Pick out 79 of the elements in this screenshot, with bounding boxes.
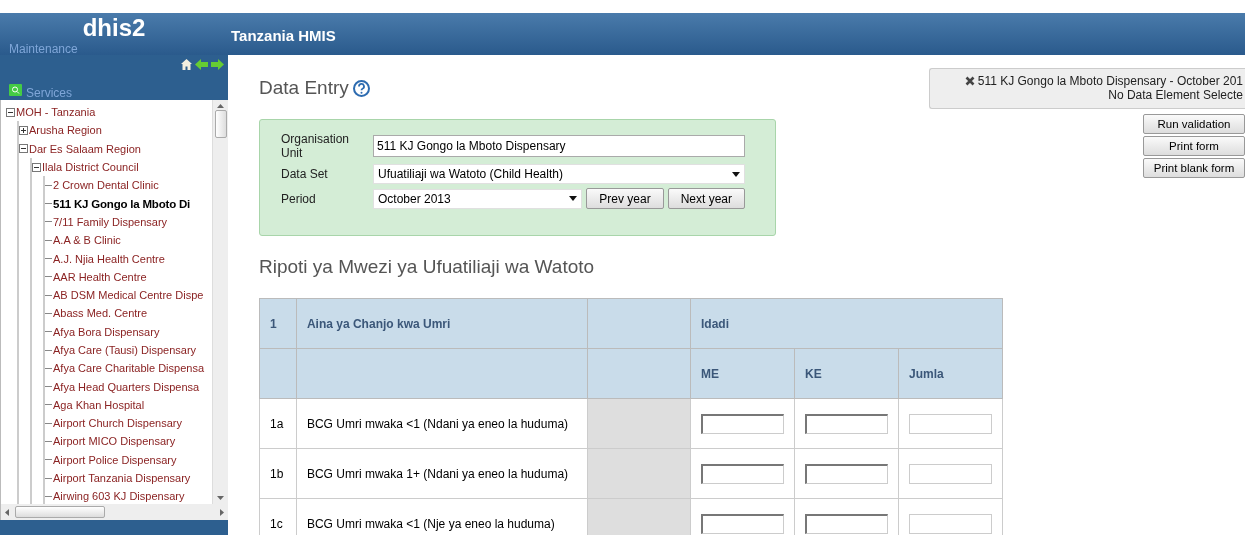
- minus-icon[interactable]: [19, 144, 28, 154]
- tree-item[interactable]: Airport MICO Dispensary: [53, 435, 176, 448]
- input-field[interactable]: [805, 463, 888, 484]
- table-cell: 1a: [259, 398, 297, 449]
- table-header: Aina ya Chanjo kwa Umri: [296, 298, 588, 349]
- tree-item[interactable]: MOH - Tanzania: [16, 106, 96, 119]
- caret-icon: [569, 196, 578, 201]
- app-title: Tanzania HMIS: [230, 26, 336, 46]
- input-field[interactable]: [909, 413, 992, 434]
- tree-item[interactable]: 511 KJ Gongo la Mboto Di: [53, 197, 191, 210]
- action-button[interactable]: Print blank form: [1143, 158, 1245, 178]
- action-button[interactable]: Run validation: [1143, 114, 1245, 134]
- table-cell: BCG Umri mwaka 1+ (Ndani ya eneo la huduma): [296, 448, 588, 499]
- scroll-thumb[interactable]: [15, 506, 105, 518]
- plus-icon[interactable]: [19, 125, 28, 135]
- caret-icon: [732, 171, 740, 177]
- table-cell: BCG Umri mwaka <1 (Ndani ya eneo la huduma): [296, 398, 588, 449]
- input-field[interactable]: 511 KJ Gongo la Mboto Dispensary: [373, 135, 745, 157]
- field-label: Data Set: [281, 167, 329, 181]
- info-text: 511 KJ Gongo la Mboto Dispensary - October 201: [977, 74, 1243, 88]
- help-icon[interactable]: [352, 79, 370, 97]
- select-field[interactable]: Ufuatiliaji wa Watoto (Child Health): [373, 164, 745, 184]
- table-header: 1: [259, 298, 297, 349]
- tree-item[interactable]: Abass Med. Centre: [53, 307, 148, 320]
- field-label: Organisation Unit: [281, 132, 351, 160]
- tree-item[interactable]: Airport Tanzania Dispensary: [53, 472, 191, 485]
- tree-item[interactable]: Dar Es Salaam Region: [29, 142, 141, 155]
- minus-icon[interactable]: [32, 162, 41, 172]
- tree-item[interactable]: Afya Bora Dispensary: [53, 325, 160, 338]
- tree-item[interactable]: A.J. Njia Health Centre: [53, 252, 165, 265]
- minus-icon[interactable]: [6, 107, 15, 117]
- tree-item[interactable]: AB DSM Medical Centre Dispe: [53, 289, 204, 302]
- tree-item[interactable]: A.A & B Clinic: [53, 234, 121, 247]
- table-header: ME: [690, 348, 795, 399]
- table-cell: BCG Umri mwaka <1 (Nje ya eneo la huduma): [296, 498, 588, 535]
- tree-item[interactable]: Aga Khan Hospital: [53, 398, 145, 411]
- logo[interactable]: dhis2: [0, 13, 228, 43]
- tree-item[interactable]: Airwing 603 KJ Dispensary: [53, 490, 185, 503]
- input-field[interactable]: [909, 463, 992, 484]
- back-arrow-icon[interactable]: [195, 59, 208, 70]
- tree-item[interactable]: AAR Health Centre: [53, 270, 147, 283]
- scrollbar[interactable]: [0, 504, 228, 520]
- search-icon[interactable]: [9, 84, 22, 96]
- tree-item[interactable]: 7/11 Family Dispensary: [53, 215, 168, 228]
- scrollbar[interactable]: [212, 100, 228, 504]
- scroll-thumb[interactable]: [214, 110, 227, 138]
- scroll-arrow-icon[interactable]: [217, 496, 224, 500]
- input-field[interactable]: [701, 513, 784, 534]
- table-cell: 1c: [259, 498, 297, 535]
- tree-item[interactable]: Afya Care Charitable Dispensa: [53, 362, 205, 375]
- info-text: No Data Element Selecte: [1108, 88, 1243, 102]
- scroll-arrow-icon[interactable]: [217, 104, 224, 108]
- input-field[interactable]: [701, 463, 784, 484]
- year-button[interactable]: Prev year: [586, 188, 664, 209]
- field-label: Period: [281, 191, 317, 206]
- tree-item[interactable]: Arusha Region: [29, 124, 102, 137]
- table-header: Idadi: [690, 298, 1003, 349]
- scroll-arrow-icon[interactable]: [5, 508, 9, 516]
- tree-item[interactable]: Afya Head Quarters Dispensa: [53, 380, 200, 393]
- select-field[interactable]: October 2013: [373, 188, 583, 209]
- table-cell: 1b: [259, 448, 297, 499]
- input-field[interactable]: [805, 513, 888, 534]
- table-header: KE: [794, 348, 899, 399]
- tree-item[interactable]: 2 Crown Dental Clinic: [53, 179, 159, 192]
- input-field[interactable]: [909, 513, 992, 534]
- page-title: Data Entry: [259, 77, 349, 99]
- close-icon[interactable]: [964, 76, 975, 86]
- table-header: Jumla: [898, 348, 1003, 399]
- home-icon[interactable]: [181, 59, 192, 70]
- tree-item[interactable]: Airport Police Dispensary: [53, 453, 177, 466]
- forward-arrow-icon[interactable]: [211, 59, 224, 70]
- tree-item[interactable]: Afya Care (Tausi) Dispensary: [53, 344, 197, 356]
- form-title: Ripoti ya Mwezi ya Ufuatiliaji wa Watoto: [259, 256, 596, 278]
- action-button[interactable]: Print form: [1143, 136, 1245, 156]
- input-field[interactable]: [701, 413, 784, 434]
- tree-item[interactable]: Airport Church Dispensary: [53, 417, 182, 430]
- tree-item[interactable]: Ilala District Council: [42, 161, 139, 174]
- input-field[interactable]: [805, 413, 888, 434]
- year-button[interactable]: Next year: [667, 188, 745, 209]
